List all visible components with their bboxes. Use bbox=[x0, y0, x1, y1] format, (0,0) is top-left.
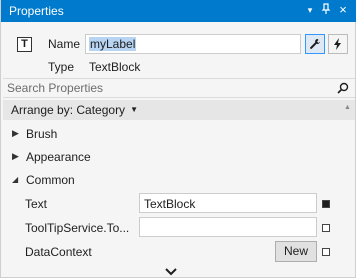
tooltip-value-input[interactable] bbox=[139, 217, 317, 237]
pin-icon[interactable] bbox=[319, 3, 333, 17]
property-row-datacontext: DataContext New bbox=[1, 240, 356, 264]
expand-arrow-icon[interactable]: ▶ bbox=[12, 151, 19, 162]
show-more-button[interactable] bbox=[165, 265, 177, 278]
name-label: Name bbox=[48, 37, 81, 51]
expand-arrow-icon[interactable]: ▶ bbox=[12, 128, 19, 139]
category-label: Appearance bbox=[26, 150, 91, 164]
properties-view-button[interactable] bbox=[305, 34, 325, 54]
wrench-icon bbox=[310, 39, 320, 49]
category-label: Brush bbox=[26, 127, 58, 141]
type-label: Type bbox=[48, 60, 75, 74]
name-input[interactable]: myLabel bbox=[85, 34, 301, 54]
new-datacontext-button[interactable]: New bbox=[275, 241, 317, 262]
events-view-button[interactable] bbox=[328, 34, 348, 54]
property-row-text: Text TextBlock bbox=[1, 192, 356, 216]
category-brush[interactable]: ▶ Brush bbox=[1, 123, 356, 145]
arrange-by-dropdown[interactable]: Arrange by: Category ▼ bbox=[3, 100, 355, 120]
arrange-by-label: Arrange by: Category ▼ bbox=[11, 103, 138, 117]
title-bar: Properties ▾ × bbox=[1, 0, 356, 22]
property-marker-set[interactable] bbox=[322, 200, 330, 208]
property-marker[interactable] bbox=[322, 248, 330, 256]
property-label: DataContext bbox=[25, 245, 92, 259]
category-common[interactable]: ◢ Common bbox=[1, 169, 356, 191]
properties-panel: Properties ▾ × T Name myLabel Type TextB… bbox=[0, 0, 356, 278]
category-appearance[interactable]: ▶ Appearance bbox=[1, 146, 356, 168]
name-row: T Name myLabel bbox=[1, 32, 356, 56]
caret-down-icon: ▼ bbox=[130, 105, 138, 114]
element-type-icon: T bbox=[17, 37, 32, 52]
panel-title: Properties bbox=[9, 4, 64, 18]
close-icon[interactable]: × bbox=[336, 3, 350, 17]
category-label: Common bbox=[26, 173, 75, 187]
text-value: TextBlock bbox=[144, 197, 196, 211]
search-input[interactable] bbox=[7, 80, 327, 96]
property-label: ToolTipService.To... bbox=[25, 221, 130, 235]
type-value: TextBlock bbox=[89, 60, 141, 74]
collapse-arrow-icon[interactable]: ◢ bbox=[12, 175, 18, 184]
text-value-input[interactable]: TextBlock bbox=[139, 193, 317, 213]
scroll-up-icon[interactable]: ▲ bbox=[344, 104, 351, 111]
name-input-value: myLabel bbox=[89, 37, 137, 51]
property-marker[interactable] bbox=[322, 224, 330, 232]
search-box bbox=[3, 78, 355, 98]
search-icon[interactable] bbox=[337, 82, 349, 94]
chevron-down-icon bbox=[165, 268, 177, 276]
property-label: Text bbox=[25, 197, 48, 211]
type-row: Type TextBlock bbox=[1, 58, 356, 76]
property-row-tooltip: ToolTipService.To... bbox=[1, 216, 356, 240]
dropdown-icon[interactable]: ▾ bbox=[303, 3, 317, 17]
lightning-icon bbox=[334, 38, 341, 50]
